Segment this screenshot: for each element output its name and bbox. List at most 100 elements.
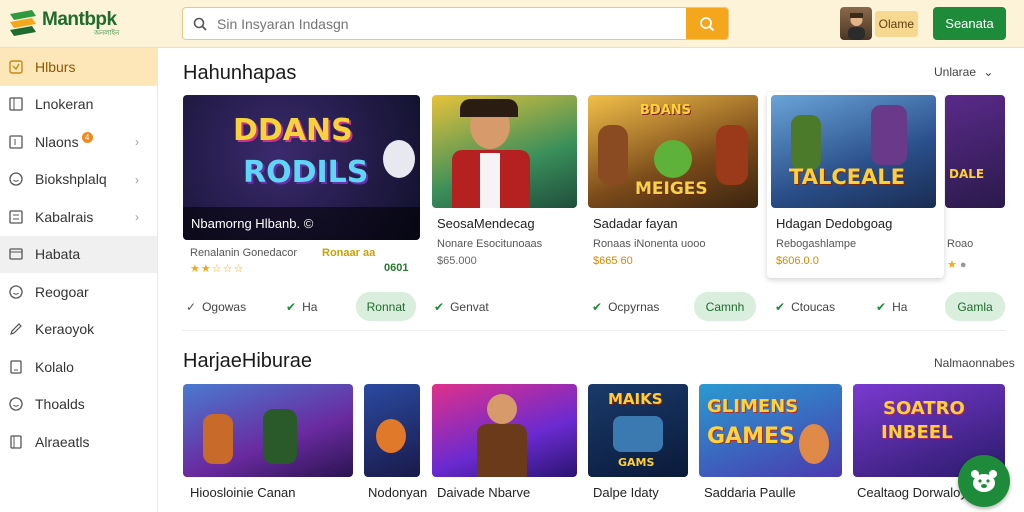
action-label: Genvat (450, 299, 489, 314)
sidebar-item-label: Reogoar (35, 283, 89, 300)
action-genvat[interactable]: ✔ Genvat (434, 292, 489, 321)
game-thumbnail[interactable]: DALE (945, 95, 1005, 208)
sidebar-item-label: Kabalrais (35, 208, 94, 225)
card-subtitle: Renalanin Gonedacor (190, 247, 298, 259)
folder-icon (8, 246, 24, 262)
avatar[interactable] (840, 7, 872, 40)
chevron-right-icon: › (135, 210, 139, 224)
card-title: Sadadar fayan (593, 216, 678, 231)
pill-button-ronnat[interactable]: Ronnat (356, 292, 416, 321)
card-title: Cealtaog Dorwaloye (857, 485, 975, 500)
sidebar-item-thoalds[interactable]: Thoalds (0, 386, 157, 424)
action-label: Ctoucas (791, 299, 836, 314)
search-icon (700, 16, 715, 31)
sidebar-item-nlaons[interactable]: Nlaons 4 › (0, 123, 157, 161)
card-title: Dalpe Idaty (593, 485, 659, 500)
card-subtitle: Rebogashlampe (776, 238, 857, 250)
pill-button-gamla[interactable]: Gamla (945, 292, 1005, 321)
card-title: Daivade Nbarve (437, 485, 531, 500)
user-menu[interactable]: Olame (840, 7, 918, 40)
sidebar-item-keraoyok[interactable]: Keraoyok (0, 311, 157, 349)
game-thumbnail[interactable]: GLIMENS GAMES (699, 384, 842, 477)
card-title: Nodonyan (368, 485, 428, 500)
sidebar-item-habata[interactable]: Habata (0, 235, 157, 273)
chat-fab-button[interactable] (958, 455, 1010, 507)
sidebar-item-label: Kolalo (35, 358, 74, 375)
top-bar: Mantbpk অনলাইন Olame Seanata (0, 0, 1024, 48)
action-ogowas[interactable]: ✓ Ogowas (186, 292, 246, 321)
section-title-hahunhapas: Hahunhapas (183, 62, 297, 84)
mascot-shape (383, 140, 415, 178)
sidebar-item-label: Nlaons (35, 133, 79, 150)
sidebar-item-label: Hlburs (35, 58, 76, 75)
pencil-icon (8, 321, 24, 337)
thumbnail-title-art: GLIMENS (707, 396, 799, 417)
sidebar-item-alraeatls[interactable]: Alraeatls (0, 423, 157, 461)
card-title: Hdagan Dedobgoag (776, 216, 893, 231)
action-label: Ha (302, 299, 318, 314)
sidebar-item-label: Alraeatls (35, 433, 90, 450)
see-all-label: Unlarae (934, 65, 977, 79)
action-label: Ha (892, 299, 908, 314)
smile-icon (8, 284, 24, 300)
see-all-link[interactable]: Nalmaonnabes (934, 356, 1015, 370)
list-icon (8, 359, 24, 375)
smile-icon (8, 171, 24, 187)
sidebar-item-label: Biokshplalq (35, 171, 107, 188)
card-subtitle: Roao (947, 238, 974, 250)
action-ha[interactable]: ✔ Ha (286, 292, 317, 321)
sidebar-item-reogoar[interactable]: Reogoar (0, 273, 157, 311)
search-icon (183, 8, 217, 39)
sidebar-item-label: Keraoyok (35, 321, 95, 338)
game-thumbnail[interactable] (364, 384, 420, 477)
sidebar: Hlburs Lnokeran Nlaons 4 › Biokshplalq ›… (0, 48, 158, 512)
thumbnail-title-art: MAIKS (608, 390, 663, 408)
game-thumbnail[interactable]: BDANS MEIGES (588, 95, 758, 208)
search-bar (182, 7, 729, 40)
thumbnail-title-art: DALE (949, 167, 985, 181)
sidebar-item-label: Lnokeran (35, 96, 94, 113)
search-button[interactable] (686, 8, 728, 39)
game-thumbnail[interactable]: TALCEALE (771, 95, 936, 208)
action-ha-2[interactable]: ✔ Ha (876, 292, 907, 321)
see-all-link[interactable]: Unlarae ⌄ (934, 65, 993, 79)
menu-icon (8, 209, 24, 225)
thumbnail-title-art: TALCEALE (789, 165, 906, 189)
chevron-right-icon: › (135, 172, 139, 187)
thumbnail-title-art: RODILS (243, 155, 369, 190)
thumbnail-title-art: INBEEL (881, 422, 953, 443)
grid-icon (8, 96, 24, 112)
sidebar-item-label: Thoalds (35, 396, 85, 413)
action-ctoucas[interactable]: ✔ Ctoucas (775, 292, 835, 321)
sidebar-item-kabalrais[interactable]: Kabalrais › (0, 198, 157, 236)
game-thumbnail[interactable] (432, 95, 577, 208)
action-ocpyrnas[interactable]: ✔ Ocpyrnas (592, 292, 659, 321)
card-price: $665 60 (593, 255, 633, 267)
game-thumbnail[interactable]: DDANS RODILS Nbamorng Hlbanb. © (183, 95, 420, 240)
site-logo[interactable]: Mantbpk অনলাইন (8, 6, 158, 40)
notification-badge: 4 (81, 132, 93, 144)
sidebar-item-lnokeran[interactable]: Lnokeran (0, 86, 157, 124)
thumbnail-title-art: GAMES (707, 424, 795, 449)
rating-stars: ★ ● (947, 259, 967, 271)
section-title-harjaehiburae: HarjaeHiburae (183, 350, 312, 372)
game-thumbnail[interactable] (183, 384, 353, 477)
chevron-right-icon: › (135, 135, 139, 149)
thumbnail-title-art: DDANS (233, 113, 353, 148)
sidebar-item-biokshplalq[interactable]: Biokshplalq › (0, 161, 157, 199)
game-thumbnail[interactable]: MAIKS GAMS (588, 384, 688, 477)
card-subtitle: Nonare Esocitunoaas (437, 238, 543, 250)
search-input[interactable] (217, 8, 686, 39)
card-subtitle: Ronaas iNonenta uooo (593, 238, 706, 250)
game-thumbnail[interactable] (432, 384, 577, 477)
sidebar-item-kolalo[interactable]: Kolalo (0, 348, 157, 386)
thumbnail-title-art: MEIGES (635, 179, 708, 199)
sidebar-item-hlburs[interactable]: Hlburs (0, 48, 157, 86)
card-price: $606.0.0 (776, 255, 819, 267)
checkmark-icon: ✔ (876, 299, 887, 314)
user-name[interactable]: Olame (874, 10, 918, 37)
pill-button-camnh[interactable]: Camnh (694, 292, 756, 321)
sidebar-item-label: Habata (35, 246, 81, 263)
signup-button[interactable]: Seanata (933, 7, 1006, 40)
chevron-down-icon: ⌄ (983, 65, 994, 79)
